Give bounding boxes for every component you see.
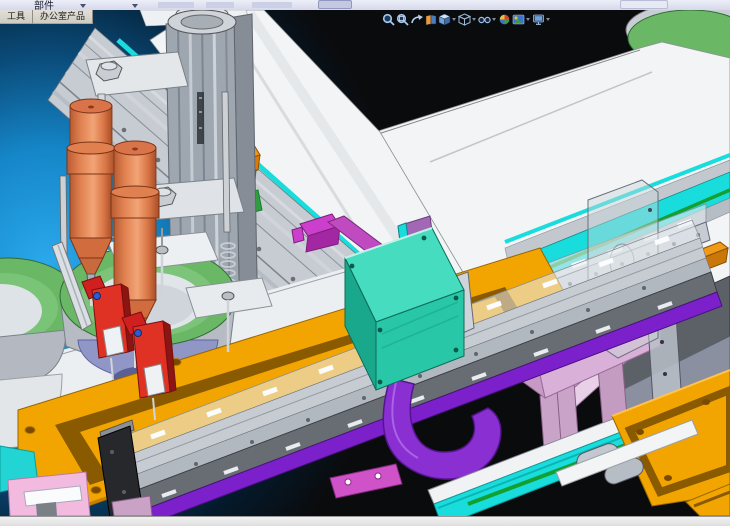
chevron-down-icon[interactable]: [132, 4, 138, 8]
view-orientation-icon[interactable]: [437, 12, 451, 26]
command-bar: 部件: [0, 0, 730, 10]
toolbar-group: [206, 2, 234, 8]
tab-tools[interactable]: 工具: [0, 10, 33, 24]
vendor-label: [197, 92, 204, 144]
toolbar-group: [252, 2, 292, 8]
heads-up-view-toolbar: [381, 12, 551, 26]
solidworks-window: 部件 工具 办公室产品: [0, 0, 730, 526]
apply-scene-icon[interactable]: [511, 12, 525, 26]
assembly-scene: [0, 10, 730, 516]
tab-office-products[interactable]: 办公室产品: [33, 10, 93, 24]
chevron-down-icon[interactable]: [492, 18, 496, 21]
component-label: 部件: [34, 0, 54, 10]
view-settings-icon[interactable]: [531, 12, 545, 26]
pressed-toolbar-button[interactable]: [318, 0, 352, 9]
zoom-to-area-icon[interactable]: [395, 12, 409, 26]
toolbar-group: [158, 2, 194, 8]
status-bar: [0, 516, 730, 526]
chevron-down-icon[interactable]: [546, 18, 550, 21]
hide-show-items-icon[interactable]: [477, 12, 491, 26]
zoom-to-fit-icon[interactable]: [381, 12, 395, 26]
chevron-down-icon[interactable]: [80, 4, 86, 8]
graphics-viewport[interactable]: [0, 10, 730, 516]
display-style-icon[interactable]: [457, 12, 471, 26]
chevron-down-icon[interactable]: [472, 18, 476, 21]
ribbon-tab-row: 工具 办公室产品: [0, 10, 93, 24]
chevron-down-icon[interactable]: [452, 18, 456, 21]
previous-view-icon[interactable]: [409, 12, 423, 26]
section-view-icon[interactable]: [423, 12, 437, 26]
edit-appearance-icon[interactable]: [497, 12, 511, 26]
toolbar-button[interactable]: [620, 0, 668, 9]
chevron-down-icon[interactable]: [526, 18, 530, 21]
